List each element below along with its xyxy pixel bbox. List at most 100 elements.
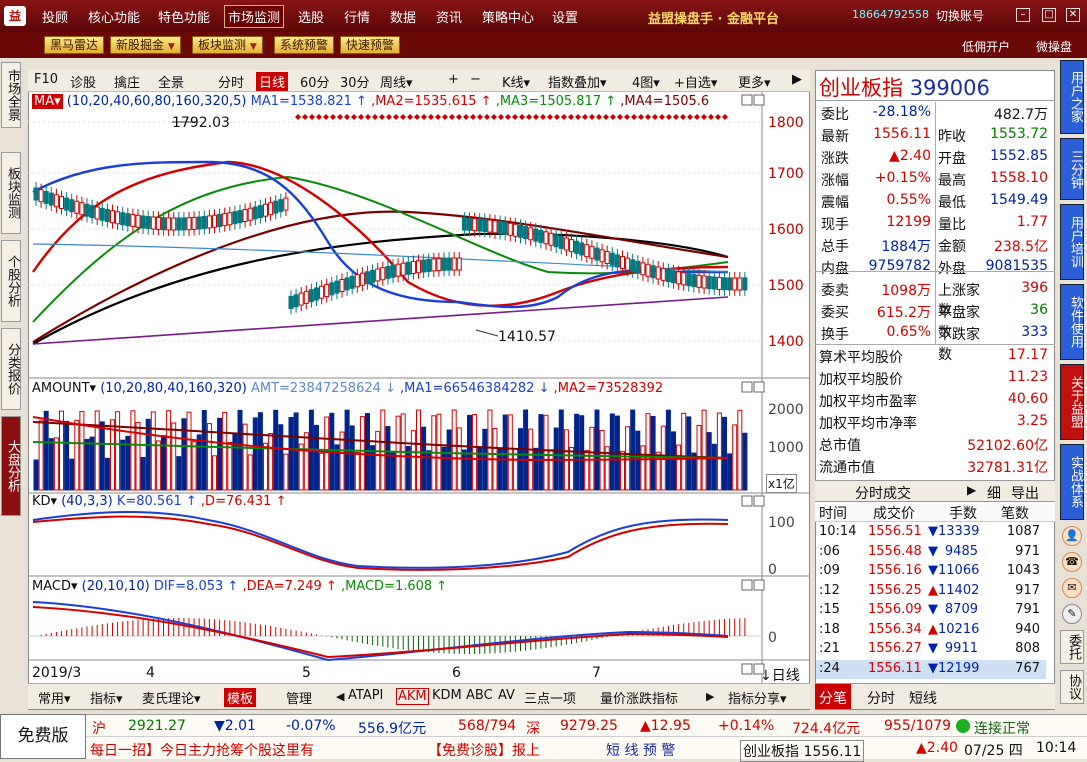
open-account-link[interactable]: 低佣开户 (962, 38, 1010, 55)
signal-marker (463, 114, 469, 120)
kd-indicator-select[interactable]: KD▾ (32, 494, 57, 509)
price-tick: 1600 (768, 222, 804, 238)
tab-short-line[interactable]: 短线 (909, 688, 937, 708)
menu-core[interactable]: 核心功能 (88, 7, 140, 26)
index-overlay-select[interactable]: 指数叠加▾ (548, 72, 607, 91)
tab-abc[interactable]: ABC (466, 688, 493, 703)
tab-index-analysis[interactable]: 大盘分析 (1, 416, 21, 516)
col-volume: 手数 (949, 506, 977, 522)
tab-stock-analysis[interactable]: 个股分析 (1, 240, 21, 322)
user-phone[interactable]: 18664792558 (852, 8, 929, 21)
tab-three-minutes[interactable]: 三分钟 (1060, 138, 1084, 200)
daily-button[interactable]: 日线 (256, 72, 289, 91)
tab-three-points[interactable]: 三点一项 (524, 688, 576, 707)
micro-trade-link[interactable]: 微操盘 (1036, 38, 1072, 55)
amount-bar (84, 438, 90, 491)
quick-alert-button[interactable]: 快速预警 (340, 36, 401, 54)
system-alert-button[interactable]: 系统预警 (274, 36, 335, 54)
multi-chart-select[interactable]: 4图▾ (632, 72, 660, 91)
candle-body (456, 257, 462, 271)
ma6-line (32, 296, 729, 345)
candle-body (650, 265, 656, 279)
scroll-right-icon[interactable]: ▶ (706, 690, 714, 703)
panorama-button[interactable]: 全景 (158, 72, 184, 91)
avatar-icon[interactable]: 👤 (1062, 526, 1082, 546)
collapse-icon[interactable]: ▶ (792, 72, 802, 87)
watchlist-select[interactable]: +自选▾ (674, 72, 717, 91)
tab-tick[interactable]: 分笔 (815, 684, 851, 709)
signal-marker (442, 114, 448, 120)
menu-news[interactable]: 资讯 (436, 7, 462, 26)
maximize-icon[interactable]: □ (1042, 8, 1056, 22)
menu-feature[interactable]: 特色功能 (158, 7, 210, 26)
menu-data[interactable]: 数据 (390, 7, 416, 26)
menu-settings[interactable]: 设置 (552, 7, 578, 26)
weekly-button[interactable]: 周线▾ (380, 72, 413, 91)
service-icon[interactable]: ☎ (1062, 552, 1082, 572)
tab-software-usage[interactable]: 软件使用 (1060, 284, 1084, 360)
menu-market-monitor[interactable]: 市场监测 (224, 5, 285, 28)
close-icon[interactable]: ✕ (1066, 8, 1080, 22)
tab-common[interactable]: 常用▾ (38, 688, 71, 707)
intraday-button[interactable]: 分时 (218, 72, 244, 91)
minimize-icon[interactable]: – (1016, 8, 1030, 22)
amount-indicator-select[interactable]: AMOUNT▾ (32, 381, 96, 396)
tab-kdm[interactable]: KDM (432, 688, 462, 703)
macd-indicator-select[interactable]: MACD▾ (32, 579, 78, 594)
sector-monitor-button[interactable]: 板块监测 ▼ (192, 36, 263, 54)
zoom-in-button[interactable]: + (448, 72, 459, 87)
brand-title: 益盟操盘手 · 金融平台 (648, 12, 779, 27)
tab-volume-price[interactable]: 量价涨跌指标 (600, 688, 678, 707)
free-version-badge[interactable]: 免费版 (0, 714, 86, 759)
scroll-left-icon[interactable]: ◀ (336, 690, 344, 703)
ticks-detail-link[interactable]: 细 (987, 483, 1001, 503)
tab-user-training[interactable]: 用户培训 (1060, 204, 1084, 280)
period-label[interactable]: ↓日线 (760, 665, 800, 685)
tab-indicator-share[interactable]: 指标分享▾ (728, 688, 787, 707)
quote-value: 482.7万 (993, 107, 1048, 123)
tab-sector-monitor[interactable]: 板块监测 (1, 152, 21, 234)
panel-close-icon (753, 381, 765, 393)
menu-quotes[interactable]: 行情 (344, 7, 370, 26)
tab-practice[interactable]: 实战体系 (1060, 444, 1084, 520)
kline-select[interactable]: K线▾ (502, 72, 530, 91)
ma-indicator-select[interactable]: MA▾ (32, 94, 63, 109)
heima-radar-button[interactable]: 黑马雷达 (44, 36, 105, 54)
candle-body (212, 214, 217, 228)
tab-atapi[interactable]: ATAPI (348, 688, 383, 703)
tab-about[interactable]: 关于益盟 (1060, 364, 1084, 440)
message-icon[interactable]: ✎ (1062, 604, 1082, 624)
tab-agreement[interactable]: 协议 (1060, 670, 1084, 704)
tab-mai-theory[interactable]: 麦氏理论▾ (142, 688, 201, 707)
tab-av[interactable]: AV (498, 688, 515, 703)
menu-strategy[interactable]: 策略中心 (482, 7, 534, 26)
switch-account-link[interactable]: 切换账号 (936, 7, 984, 24)
qinzhuang-button[interactable]: 擒庄 (114, 72, 140, 91)
tab-template[interactable]: 模板 (224, 688, 257, 707)
expand-icon[interactable]: ▶ (967, 483, 976, 497)
tab-akm[interactable]: AKM (396, 688, 429, 705)
f10-button[interactable]: F10 (34, 72, 58, 87)
diagnose-button[interactable]: 诊股 (70, 72, 96, 91)
menu-stock-pick[interactable]: 选股 (298, 7, 324, 26)
chat-icon[interactable]: ✉ (1062, 578, 1082, 598)
ipo-button[interactable]: 新股掘金 ▼ (110, 36, 181, 54)
tab-intraday[interactable]: 分时 (867, 688, 895, 708)
tab-category-quote[interactable]: 分类报价 (1, 328, 21, 410)
short-alert[interactable]: 短 线 预 警 (606, 740, 675, 760)
60min-button[interactable]: 60分 (300, 72, 330, 91)
tab-market-overview[interactable]: 市场全景 (1, 62, 21, 128)
news-ticker[interactable]: 每日一招】今日主力抢筹个股这里有 (90, 740, 314, 760)
signal-marker (722, 114, 728, 120)
tick-time: :12 (819, 582, 840, 598)
zoom-out-button[interactable]: − (470, 72, 481, 87)
menu-tougu[interactable]: 投顾 (42, 7, 68, 26)
ticks-export-link[interactable]: 导出 (1011, 483, 1039, 503)
news-ticker-2[interactable]: 【免费诊股】报上 (428, 740, 540, 760)
tab-entrust[interactable]: 委托 (1060, 630, 1084, 664)
30min-button[interactable]: 30分 (340, 72, 370, 91)
tab-indicator[interactable]: 指标▾ (90, 688, 123, 707)
tab-manage[interactable]: 管理 (286, 688, 312, 707)
more-select[interactable]: 更多▾ (738, 72, 771, 91)
tab-user-home[interactable]: 用户之家 (1060, 60, 1084, 134)
